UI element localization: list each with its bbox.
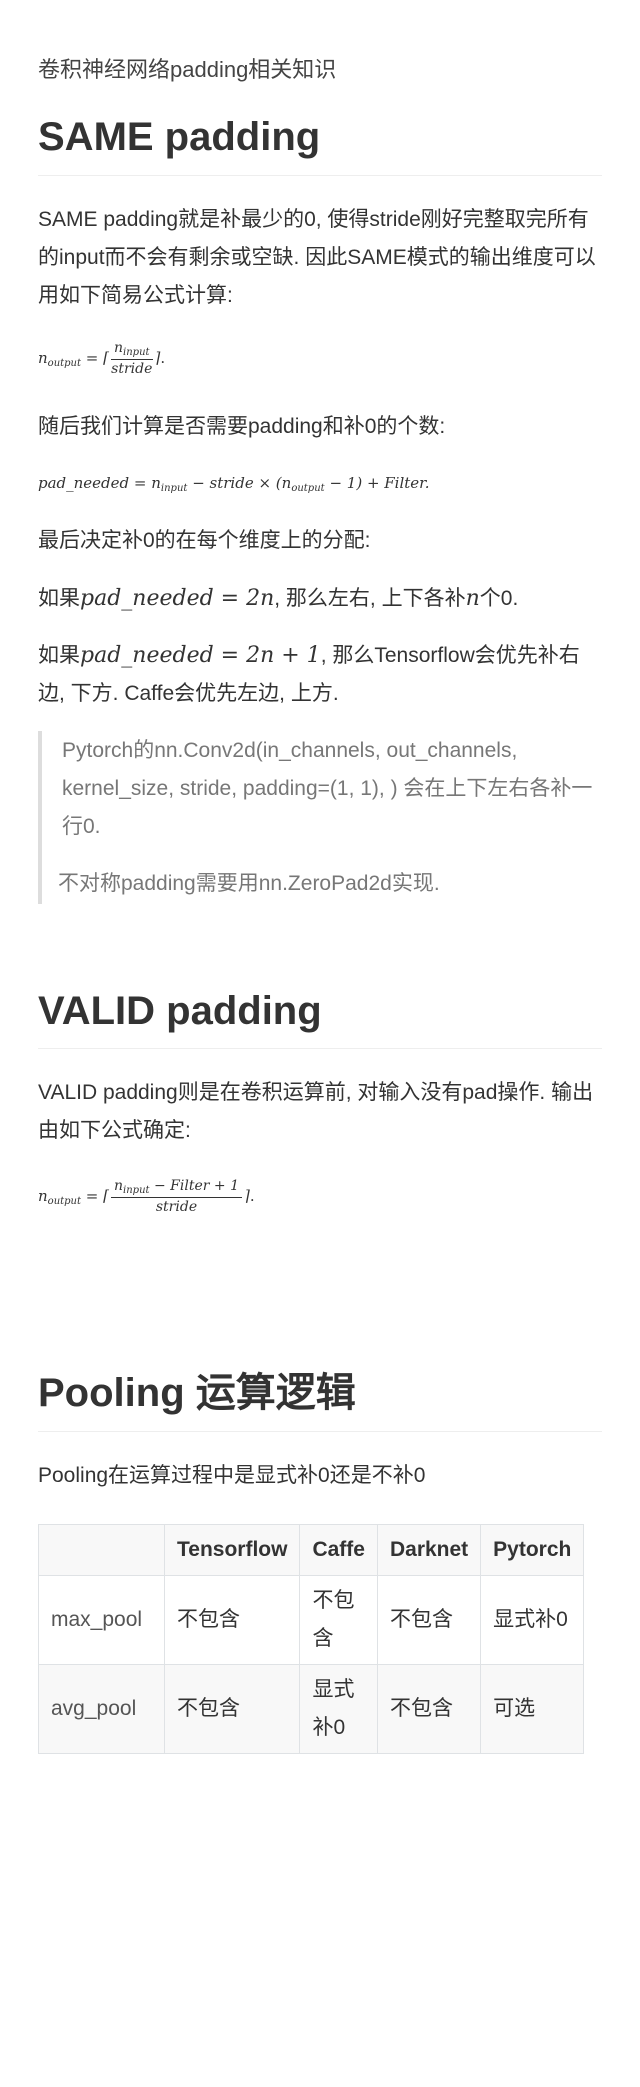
heading-same-padding: SAME padding <box>38 115 321 159</box>
quote-paragraph: 不对称padding需要用nn.ZeroPad2d实现. <box>58 872 440 895</box>
valid-intro: VALID padding则是在卷积运算前, 对输入没有pad操作. 输出由如下… <box>38 1081 594 1142</box>
table-header-row: Tensorflow Caffe Darknet Pytorch <box>38 1524 585 1576</box>
formula-same-output: noutput = ⌈ ninput stride ⌉. <box>38 340 166 377</box>
formula-pad-needed: pad_needed = ninput − stride × (noutput … <box>38 474 430 494</box>
paragraph-even-case: 如果pad_needed = 2n, 那么左右, 上下各补n个0. <box>38 586 519 611</box>
table-cell: 不包含 <box>163 1575 301 1665</box>
heading-pooling: Pooling 运算逻辑 <box>38 1371 356 1415</box>
blockquote-pytorch-note: Pytorch的nn.Conv2d(in_channels, out_chann… <box>38 731 598 904</box>
table-row: max_pool 不包含 不包含 不包含 显式补0 <box>38 1575 585 1665</box>
divider <box>38 175 602 176</box>
divider <box>38 1431 602 1432</box>
table-cell: 不包含 <box>299 1575 378 1665</box>
same-intro: SAME padding就是补最少的0, 使得stride刚好完整取完所有的in… <box>38 208 596 307</box>
table-cell: 不包含 <box>376 1575 482 1665</box>
table-header: Darknet <box>376 1524 482 1576</box>
paragraph-distribution: 最后决定补0的在每个维度上的分配: <box>38 529 371 552</box>
table-cell: 不包含 <box>376 1664 482 1754</box>
table-cell: 可选 <box>480 1664 585 1754</box>
paragraph-pad-count: 随后我们计算是否需要padding和补0的个数: <box>38 415 446 438</box>
table-cell: 显式补0 <box>299 1664 378 1754</box>
divider <box>38 1048 602 1049</box>
heading-valid-padding: VALID padding <box>38 989 322 1033</box>
table-header <box>38 1524 165 1576</box>
quote-paragraph: Pytorch的nn.Conv2d(in_channels, out_chann… <box>62 739 593 838</box>
table-cell: max_pool <box>38 1575 165 1665</box>
pooling-table: Tensorflow Caffe Darknet Pytorch max_poo… <box>38 1524 585 1754</box>
paragraph-odd-case: 如果pad_needed = 2n + 1, 那么Tensorflow会优先补右… <box>38 643 580 705</box>
pooling-intro: Pooling在运算过程中是显式补0还是不补0 <box>38 1464 426 1487</box>
document-title: 卷积神经网络padding相关知识 <box>38 57 337 82</box>
table-cell: avg_pool <box>38 1664 165 1754</box>
table-header: Tensorflow <box>163 1524 301 1576</box>
table-row: avg_pool 不包含 显式补0 不包含 可选 <box>38 1664 585 1754</box>
table-cell: 不包含 <box>163 1664 301 1754</box>
table-header: Pytorch <box>480 1524 585 1576</box>
table-header: Caffe <box>299 1524 378 1576</box>
table-cell: 显式补0 <box>480 1575 585 1665</box>
formula-valid-output: noutput = ⌈ ninput − Filter + 1 stride ⌉. <box>38 1178 255 1215</box>
